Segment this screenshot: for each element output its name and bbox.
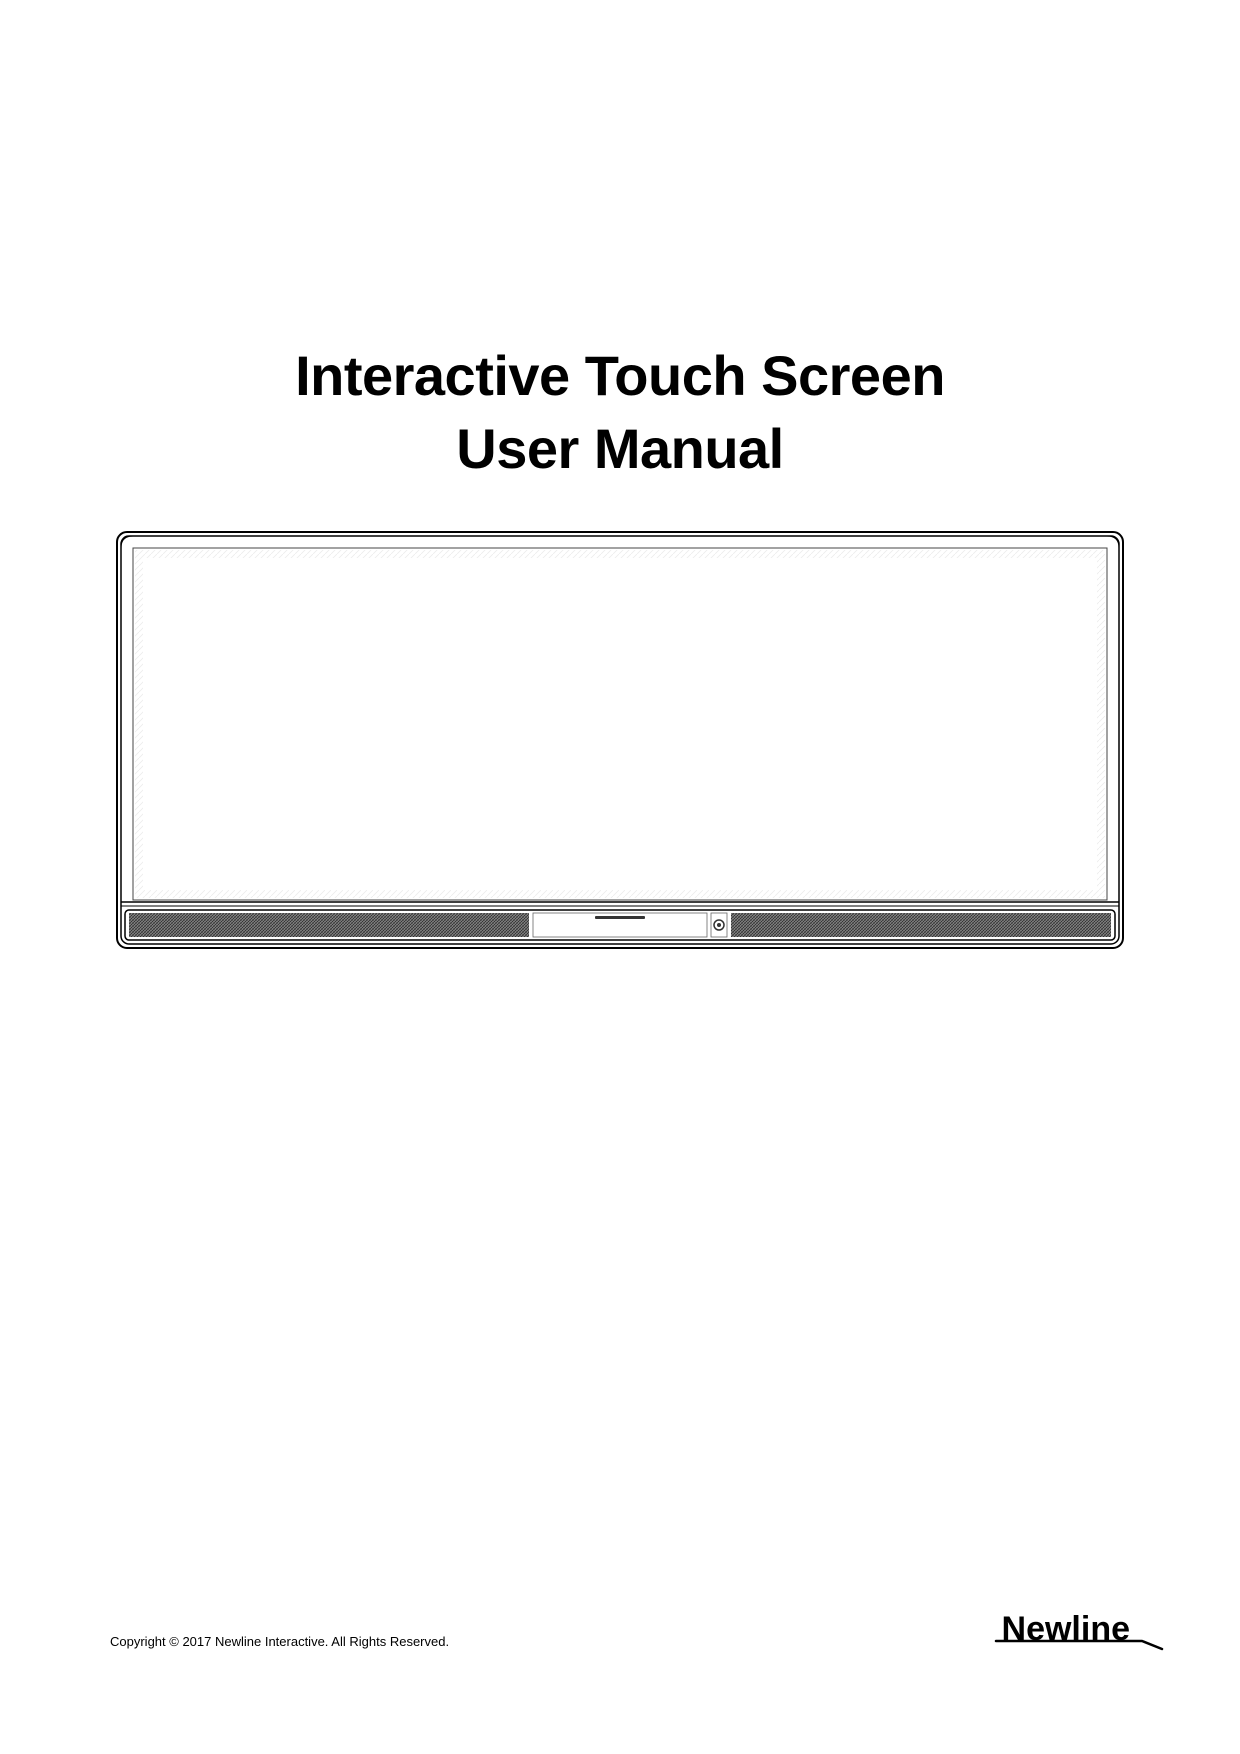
- title-line-2: User Manual: [0, 413, 1240, 486]
- brand-underline-swoosh-icon: [994, 1637, 1164, 1651]
- title-line-1: Interactive Touch Screen: [0, 340, 1240, 413]
- touch-screen-device-illustration: [115, 530, 1125, 950]
- brand-logo: Newline: [1002, 1610, 1130, 1649]
- copyright-text: Copyright © 2017 Newline Interactive. Al…: [110, 1634, 449, 1649]
- document-title: Interactive Touch Screen User Manual: [0, 340, 1240, 486]
- page-footer: Copyright © 2017 Newline Interactive. Al…: [0, 1610, 1240, 1649]
